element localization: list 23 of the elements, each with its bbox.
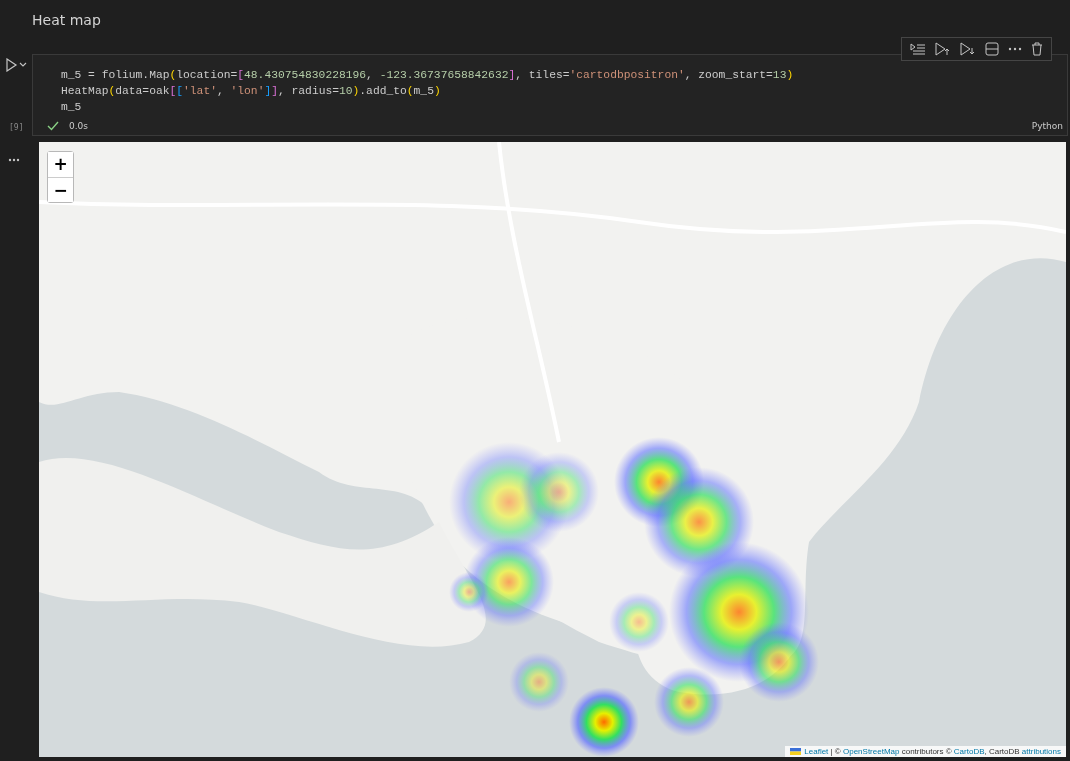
run-by-line-icon[interactable] [910, 42, 926, 56]
attribution-link[interactable]: CartoDB [953, 747, 985, 756]
attribution-link[interactable]: Leaflet [804, 747, 829, 756]
more-icon[interactable] [1008, 47, 1022, 51]
output-more-icon[interactable] [8, 158, 20, 162]
run-icon[interactable] [5, 58, 27, 72]
trash-icon[interactable] [1031, 42, 1043, 56]
execution-time: 0.0s [69, 121, 88, 131]
flag-icon [790, 748, 802, 755]
attribution-link[interactable]: OpenStreetMap [843, 747, 900, 756]
code-line: m_5 [61, 100, 83, 115]
attribution-text: Leaflet | © OpenStreetMap contributors © CartoDB, CartoDB attributions [804, 747, 1061, 756]
execution-count: [9] [8, 123, 24, 132]
split-cell-icon[interactable] [985, 42, 999, 56]
code-line: m_5 = folium.Map(location=[48.430754830228196, -123.36737658842632], tiles='cartodbpositron', zoom_start=13) [61, 68, 795, 83]
language-label[interactable]: Python [1031, 121, 1063, 131]
code-cell[interactable]: m_5 = folium.Map(location=[48.430754830228196, -123.36737658842632], tiles='cartodbpositron', zoom_start=13) HeatMap(data=oak[['lat', 'lon']], radius=10).add_to(m_5) m_5 0.0s Python [32, 54, 1068, 136]
attribution-link[interactable]: attributions [1021, 747, 1061, 756]
zoom-out-button[interactable]: − [48, 177, 73, 202]
run-below-icon[interactable] [960, 42, 976, 56]
markdown-heading: Heat map [32, 12, 101, 28]
run-above-icon[interactable] [935, 42, 951, 56]
code-line: HeatMap(data=oak[['lat', 'lon']], radius=10).add_to(m_5) [61, 84, 442, 99]
